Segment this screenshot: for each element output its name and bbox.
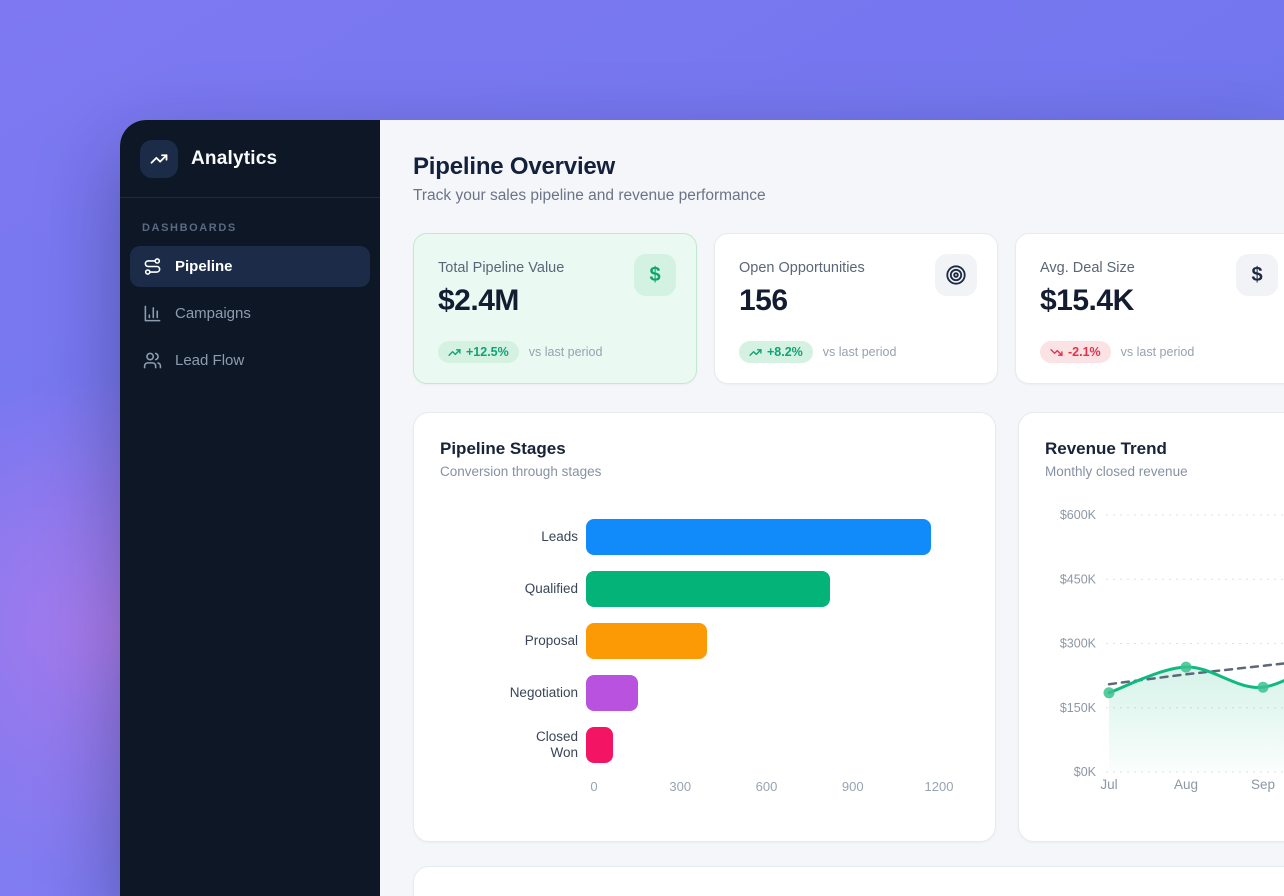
app-window: Analytics DASHBOARDS Pipeline Campaigns: [120, 120, 1284, 896]
revenue-point[interactable]: [1258, 682, 1269, 693]
brand-name: Analytics: [191, 148, 277, 170]
kpi-footer: -2.1% vs last period: [1040, 341, 1194, 363]
chart-subtitle: Conversion through stages: [440, 464, 969, 479]
bar-row: Closed Won: [440, 727, 969, 763]
chart-column-icon: [143, 304, 162, 323]
sidebar-item-label: Lead Flow: [175, 352, 244, 369]
target-icon: [935, 254, 977, 296]
bar-row: Leads: [440, 519, 969, 555]
charts-row: Pipeline Stages Conversion through stage…: [413, 412, 1284, 842]
sidebar-nav: Pipeline Campaigns Lead Flow: [120, 246, 380, 381]
bar-row: Negotiation: [440, 675, 969, 711]
bar-track: [586, 571, 931, 607]
bar-closed-won[interactable]: [586, 727, 613, 763]
kpi-card-open-opportunities: Open Opportunities 156 +8.2% vs last per…: [714, 233, 998, 384]
bar-leads[interactable]: [586, 519, 931, 555]
revenue-trend-card: Revenue Trend Monthly closed revenue $0K…: [1018, 412, 1284, 842]
kpi-row: Total Pipeline Value $2.4M $ +12.5% vs l…: [413, 233, 1284, 384]
sidebar-item-label: Pipeline: [175, 258, 233, 275]
revenue-point[interactable]: [1104, 687, 1115, 698]
x-tick-label: 600: [756, 779, 778, 794]
pipeline-stages-card: Pipeline Stages Conversion through stage…: [413, 412, 996, 842]
chart-subtitle: Monthly closed revenue: [1045, 464, 1284, 479]
bar-category-label: Proposal: [440, 633, 586, 649]
bar-category-label: Leads: [440, 529, 586, 545]
users-icon: [143, 351, 162, 370]
bar-row: Proposal: [440, 623, 969, 659]
sidebar-item-label: Campaigns: [175, 305, 251, 322]
change-badge: -2.1%: [1040, 341, 1111, 363]
trending-up-icon: [150, 150, 168, 168]
compare-label: vs last period: [1121, 345, 1195, 359]
brand: Analytics: [120, 120, 380, 198]
x-tick-label: Jul: [1100, 777, 1117, 792]
sidebar-item-pipeline[interactable]: Pipeline: [130, 246, 370, 287]
bar-category-label: Closed Won: [440, 729, 586, 760]
bar-track: [586, 623, 931, 659]
sidebar-item-campaigns[interactable]: Campaigns: [130, 293, 370, 334]
brand-logo: [140, 140, 178, 178]
change-value: -2.1%: [1068, 345, 1101, 359]
pipeline-stages-plot: Leads Qualified Proposal Negotiation Closed …: [440, 519, 969, 763]
revenue-point[interactable]: [1181, 662, 1192, 673]
x-tick-label: Sep: [1251, 777, 1275, 792]
kpi-card-total-pipeline-value: Total Pipeline Value $2.4M $ +12.5% vs l…: [413, 233, 697, 384]
bar-negotiation[interactable]: [586, 675, 638, 711]
y-tick-label: $300K: [1060, 637, 1097, 651]
trending-up-icon: [448, 346, 461, 359]
kpi-footer: +12.5% vs last period: [438, 341, 602, 363]
x-tick-label: 0: [590, 779, 597, 794]
sidebar-item-lead-flow[interactable]: Lead Flow: [130, 340, 370, 381]
revenue-trend-svg: $0K $150K $300K $450K $600K Jul Aug Sep: [1045, 493, 1284, 793]
kpi-footer: +8.2% vs last period: [739, 341, 896, 363]
pipeline-stages-x-axis: 03006009001200: [594, 779, 939, 797]
route-icon: [143, 257, 162, 276]
sidebar-section-label: DASHBOARDS: [142, 222, 358, 234]
trending-down-icon: [1050, 346, 1063, 359]
dollar-icon: $: [1236, 254, 1278, 296]
bar-track: [586, 675, 931, 711]
sidebar: Analytics DASHBOARDS Pipeline Campaigns: [120, 120, 380, 896]
bar-proposal[interactable]: [586, 623, 707, 659]
x-tick-label: 900: [842, 779, 864, 794]
bar-track: [586, 727, 931, 763]
x-tick-label: Aug: [1174, 777, 1198, 792]
change-badge: +8.2%: [739, 341, 813, 363]
compare-label: vs last period: [823, 345, 897, 359]
trending-up-icon: [749, 346, 762, 359]
kpi-card-avg-deal-size: Avg. Deal Size $15.4K $ -2.1% vs last pe…: [1015, 233, 1284, 384]
compare-label: vs last period: [529, 345, 603, 359]
bar-row: Qualified: [440, 571, 969, 607]
x-tick-label: 1200: [925, 779, 954, 794]
change-value: +12.5%: [466, 345, 509, 359]
page-subtitle: Track your sales pipeline and revenue pe…: [413, 187, 1284, 205]
y-tick-label: $600K: [1060, 508, 1097, 522]
dollar-icon: $: [634, 254, 676, 296]
main-content: Pipeline Overview Track your sales pipel…: [380, 120, 1284, 896]
revenue-trend-plot: $0K $150K $300K $450K $600K Jul Aug Sep: [1045, 493, 1284, 798]
change-badge: +12.5%: [438, 341, 519, 363]
bottom-panel: [413, 866, 1284, 896]
bar-category-label: Qualified: [440, 581, 586, 597]
page-title: Pipeline Overview: [413, 153, 1284, 181]
y-tick-label: $0K: [1074, 765, 1097, 779]
chart-title: Revenue Trend: [1045, 439, 1284, 459]
bar-track: [586, 519, 931, 555]
bar-qualified[interactable]: [586, 571, 830, 607]
change-value: +8.2%: [767, 345, 803, 359]
x-tick-label: 300: [669, 779, 691, 794]
y-tick-label: $150K: [1060, 701, 1097, 715]
y-tick-label: $450K: [1060, 572, 1097, 586]
bar-category-label: Negotiation: [440, 685, 586, 701]
chart-title: Pipeline Stages: [440, 439, 969, 459]
